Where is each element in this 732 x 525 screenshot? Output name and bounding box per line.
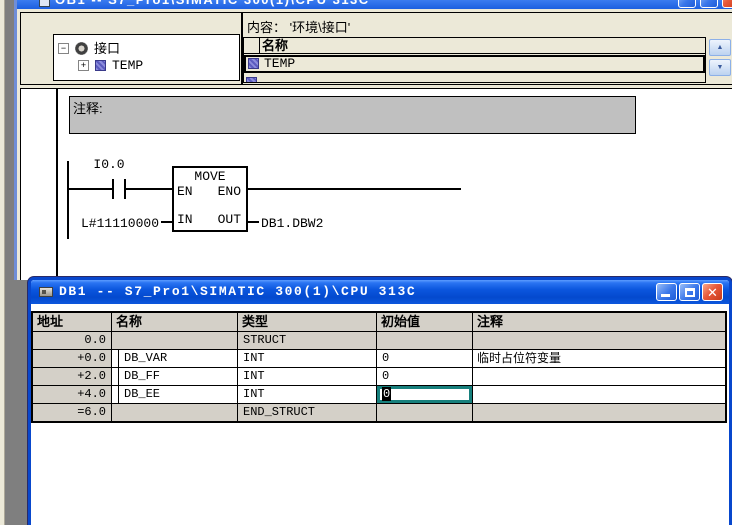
operand-lead-wire	[161, 221, 172, 223]
ob1-window-title: OB1 -- S7_Pro1\SIMATIC 300(1)\CPU 313C	[55, 0, 370, 9]
db-declaration-table: 地址 名称 类型 初始值 注释 0.0 STRUCT +0.0 DB_VAR I…	[31, 311, 727, 423]
wire-segment	[67, 188, 112, 190]
variable-table-header: 名称	[244, 38, 705, 54]
contact-operand[interactable]: I0.0	[87, 157, 131, 172]
cell-address[interactable]: +0.0	[33, 350, 111, 367]
variable-name: TEMP	[264, 57, 295, 71]
wire-segment	[126, 188, 172, 190]
cell-initial[interactable]: 0	[377, 368, 472, 385]
cell-initial[interactable]	[377, 404, 472, 421]
contact-left-bar	[112, 179, 114, 199]
db1-close-button[interactable]: ✕	[702, 283, 723, 301]
declaration-pane: − 接口 + TEMP 内容： '环境\接口' 名称 TEMP	[20, 12, 732, 84]
pin-in: IN	[177, 212, 193, 227]
ob1-window-icon	[39, 0, 50, 7]
ob1-titlebar[interactable]: OB1 -- S7_Pro1\SIMATIC 300(1)\CPU 313C	[17, 0, 732, 9]
block-title: MOVE	[174, 169, 246, 184]
variable-icon	[246, 77, 257, 83]
cell-comment[interactable]	[473, 386, 725, 403]
cell-initial-selected[interactable]: 0	[377, 386, 472, 403]
column-header-comment[interactable]: 注释	[473, 313, 725, 331]
cell-name[interactable]	[112, 404, 237, 421]
ob1-close-button[interactable]	[722, 0, 732, 8]
cell-type[interactable]: STRUCT	[238, 332, 376, 349]
ob1-maximize-button[interactable]	[700, 0, 718, 8]
cell-address[interactable]: +4.0	[33, 386, 111, 403]
pin-en: EN	[177, 184, 193, 199]
db1-window-title: DB1 -- S7_Pro1\SIMATIC 300(1)\CPU 313C	[59, 280, 416, 304]
db1-editor-window: DB1 -- S7_Pro1\SIMATIC 300(1)\CPU 313C ✕…	[28, 277, 732, 525]
move-output-operand[interactable]: DB1.DBW2	[261, 216, 323, 231]
move-input-operand[interactable]: L#11110000	[73, 216, 159, 231]
column-header-name: 名称	[262, 38, 288, 54]
expand-icon[interactable]: +	[78, 60, 89, 71]
network-comment-box[interactable]: 注释:	[69, 96, 636, 134]
cell-address[interactable]: 0.0	[33, 332, 111, 349]
wire-segment	[248, 188, 461, 190]
column-header-type[interactable]: 类型	[238, 313, 376, 331]
cell-type[interactable]: INT	[238, 386, 376, 403]
cell-type[interactable]: INT	[238, 368, 376, 385]
cell-name[interactable]	[112, 332, 237, 349]
cell-initial[interactable]	[377, 332, 472, 349]
cell-comment[interactable]	[473, 332, 725, 349]
cell-address[interactable]: +2.0	[33, 368, 111, 385]
cell-comment[interactable]: 临时占位符变量	[473, 350, 725, 367]
ob1-minimize-button[interactable]	[678, 0, 696, 8]
variable-row-temp[interactable]: TEMP	[244, 55, 705, 73]
column-header-address[interactable]: 地址	[33, 313, 111, 331]
cell-initial[interactable]: 0	[377, 350, 472, 367]
operand-lead-wire	[248, 221, 259, 223]
cell-comment[interactable]	[473, 404, 725, 421]
pin-eno: ENO	[218, 184, 241, 199]
content-path-label: 内容： '环境\接口'	[247, 17, 350, 36]
temp-section-icon	[95, 60, 106, 71]
cell-name[interactable]: DB_FF	[112, 368, 237, 385]
pin-out: OUT	[218, 212, 241, 227]
interface-variable-table: 名称 TEMP	[243, 37, 706, 83]
ob1-editor-window: OB1 -- S7_Pro1\SIMATIC 300(1)\CPU 313C −…	[14, 0, 732, 280]
db1-titlebar[interactable]: DB1 -- S7_Pro1\SIMATIC 300(1)\CPU 313C ✕	[31, 280, 729, 304]
cell-comment[interactable]	[473, 368, 725, 385]
db1-window-icon	[39, 287, 53, 297]
cell-name[interactable]: DB_EE	[112, 386, 237, 403]
cell-name[interactable]: DB_VAR	[112, 350, 237, 367]
interface-icon	[75, 42, 88, 55]
variable-row-partial[interactable]	[244, 74, 705, 83]
minimize-icon	[661, 294, 670, 297]
column-header-initial[interactable]: 初始值	[377, 313, 472, 331]
cell-type[interactable]: INT	[238, 350, 376, 367]
db1-maximize-button[interactable]	[679, 283, 700, 301]
selected-value: 0	[382, 387, 391, 401]
maximize-icon	[685, 288, 695, 297]
variable-icon	[248, 58, 259, 69]
close-icon: ✕	[703, 284, 722, 300]
network-margin-rule	[56, 89, 58, 280]
scroll-down-button[interactable]: ▼	[709, 59, 731, 76]
scroll-up-button[interactable]: ▲	[709, 39, 731, 56]
collapse-icon[interactable]: −	[58, 43, 69, 54]
power-rail	[67, 161, 69, 239]
move-block[interactable]: MOVE EN ENO IN OUT	[172, 166, 248, 232]
desktop-edge-strip	[0, 0, 5, 525]
tree-item-label: TEMP	[112, 58, 143, 73]
comment-label: 注释:	[73, 98, 103, 117]
declaration-tree: − 接口 + TEMP	[53, 34, 240, 81]
tree-item-label: 接口	[94, 41, 120, 56]
db1-content: 地址 名称 类型 初始值 注释 0.0 STRUCT +0.0 DB_VAR I…	[31, 304, 729, 525]
column-header-name[interactable]: 名称	[112, 313, 237, 331]
db1-minimize-button[interactable]	[656, 283, 677, 301]
ladder-editor-pane: 注释: I0.0 MOVE EN ENO IN OUT L#11110000 D…	[20, 88, 732, 280]
cell-type[interactable]: END_STRUCT	[238, 404, 376, 421]
cell-address[interactable]: =6.0	[33, 404, 111, 421]
